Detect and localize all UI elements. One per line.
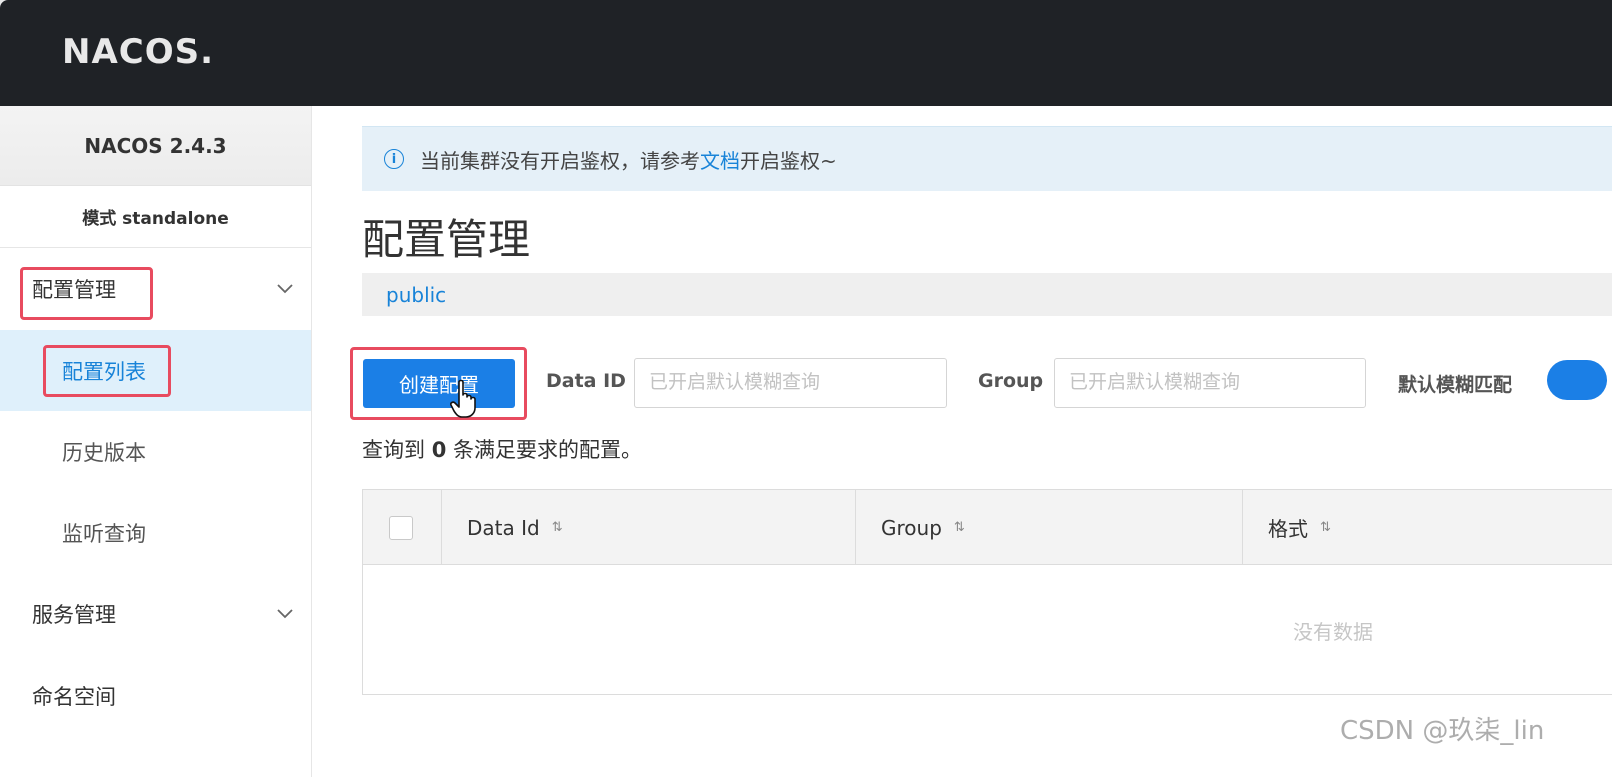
auth-notice: i 当前集群没有开启鉴权，请参考 文档 开启鉴权~ (362, 126, 1612, 191)
group-input[interactable] (1054, 358, 1366, 408)
select-all-cell (363, 490, 442, 565)
nav-group-config-management[interactable]: 配置管理 (0, 248, 311, 330)
sidebar-item-label: 配置列表 (62, 359, 146, 384)
table-header: Data Id ⇅ Group ⇅ 格式 ⇅ (363, 490, 1612, 565)
sort-icon[interactable]: ⇅ (552, 520, 563, 535)
sort-icon[interactable]: ⇅ (1320, 520, 1331, 535)
query-summary: 查询到 0 条满足要求的配置。 (362, 434, 642, 464)
main-content: i 当前集群没有开启鉴权，请参考 文档 开启鉴权~ 配置管理 public 创建… (312, 106, 1612, 777)
logo-text: NACOS. (62, 32, 215, 72)
chevron-down-icon (277, 609, 293, 619)
select-all-checkbox[interactable] (389, 515, 413, 540)
config-table: Data Id ⇅ Group ⇅ 格式 ⇅ 没有数据 (362, 489, 1612, 695)
column-label: Data Id (467, 515, 540, 540)
app-window: NACOS. NACOS 2.4.3 模式 standalone 配置管理 配置… (0, 0, 1612, 777)
nav-group-label: 服务管理 (32, 603, 116, 627)
sidebar-item-config-list[interactable]: 配置列表 (0, 330, 311, 411)
top-header: NACOS. (0, 0, 1612, 106)
info-icon: i (384, 149, 404, 169)
data-id-input[interactable] (634, 358, 947, 408)
page-title: 配置管理 (362, 215, 531, 264)
notice-suffix: 开启鉴权~ (740, 148, 837, 173)
sidebar-item-history[interactable]: 历史版本 (0, 411, 311, 492)
nacos-logo[interactable]: NACOS. (62, 30, 214, 74)
docs-link[interactable]: 文档 (700, 145, 740, 174)
column-label: Group (881, 515, 942, 540)
namespace-bar: public (362, 273, 1612, 316)
fuzzy-match-toggle[interactable] (1547, 360, 1607, 400)
sidebar-item-label: 历史版本 (62, 440, 146, 465)
chevron-down-icon (277, 284, 293, 294)
nav-group-label: 配置管理 (32, 278, 116, 302)
summary-suffix: 条满足要求的配置。 (453, 438, 642, 462)
summary-count: 0 (431, 438, 447, 462)
fuzzy-match-label: 默认模糊匹配 (1398, 374, 1513, 396)
empty-state: 没有数据 (1293, 620, 1373, 644)
column-header-format[interactable]: 格式 ⇅ (1243, 490, 1612, 565)
nav-group-label: 命名空间 (32, 685, 116, 709)
column-header-group[interactable]: Group ⇅ (856, 490, 1243, 565)
sidebar-item-label: 监听查询 (62, 521, 146, 546)
create-config-button[interactable]: 创建配置 (363, 359, 515, 408)
group-label: Group (978, 370, 1044, 392)
watermark: CSDN @玖柒_lin (1340, 716, 1545, 746)
version-label: NACOS 2.4.3 (0, 106, 311, 186)
mode-label: 模式 standalone (0, 186, 311, 248)
hand-cursor-icon (450, 379, 476, 418)
nav-group-service-management[interactable]: 服务管理 (0, 573, 311, 655)
summary-prefix: 查询到 (362, 438, 425, 462)
sidebar-item-listener-query[interactable]: 监听查询 (0, 492, 311, 573)
sidebar: NACOS 2.4.3 模式 standalone 配置管理 配置列表 历史版本… (0, 106, 312, 777)
nav-group-namespace[interactable]: 命名空间 (0, 655, 311, 737)
column-label: 格式 (1268, 517, 1308, 541)
notice-prefix: 当前集群没有开启鉴权，请参考 (420, 148, 700, 173)
namespace-public[interactable]: public (386, 283, 446, 307)
column-header-data-id[interactable]: Data Id ⇅ (442, 490, 856, 565)
sort-icon[interactable]: ⇅ (954, 520, 965, 535)
data-id-label: Data ID (546, 370, 626, 392)
